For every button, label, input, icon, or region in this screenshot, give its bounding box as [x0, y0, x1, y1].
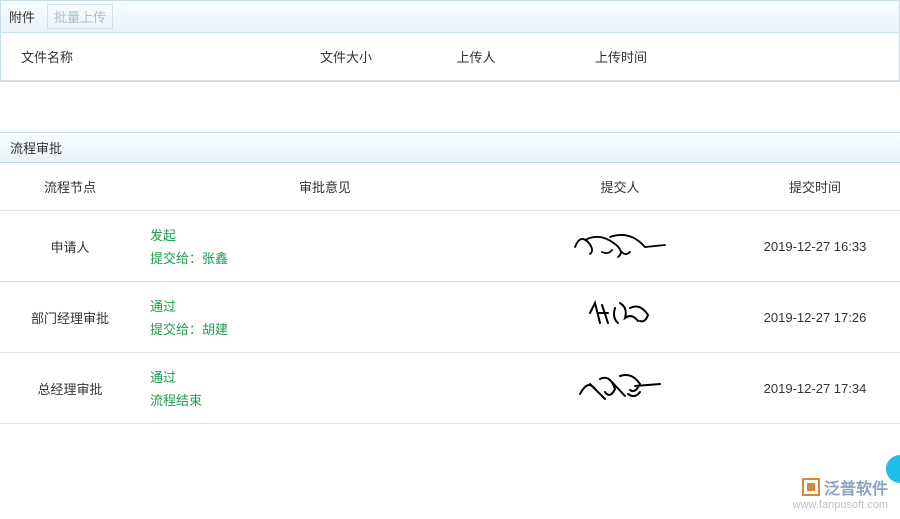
opinion-detail: 提交给：胡建	[150, 319, 502, 338]
node-cell: 申请人	[0, 211, 140, 282]
signature-image	[560, 364, 680, 412]
time-cell: 2019-12-27 17:34	[730, 353, 900, 424]
col-submitter: 提交人	[510, 163, 730, 211]
side-float-tab[interactable]	[886, 455, 900, 483]
watermark: 泛普软件 www.fanpusoft.com	[793, 475, 888, 511]
time-cell: 2019-12-27 16:33	[730, 211, 900, 282]
col-submittime: 提交时间	[730, 163, 900, 211]
attachments-tab[interactable]: 附件	[9, 7, 35, 26]
table-header-row: 流程节点 审批意见 提交人 提交时间	[0, 163, 900, 211]
col-opinion: 审批意见	[140, 163, 510, 211]
col-uploader: 上传人	[411, 33, 541, 81]
col-uploadtime: 上传时间	[541, 33, 701, 81]
submitter-cell	[510, 353, 730, 424]
time-cell: 2019-12-27 17:26	[730, 282, 900, 353]
node-cell: 部门经理审批	[0, 282, 140, 353]
opinion-detail: 流程结束	[150, 390, 502, 409]
opinion-action: 通过	[150, 367, 502, 386]
table-row: 部门经理审批 通过 提交给：胡建 2019-12-27 17:26	[0, 282, 900, 353]
signature-image	[560, 293, 680, 341]
signature-image	[560, 222, 680, 270]
col-action-1	[701, 33, 800, 81]
submitter-cell	[510, 211, 730, 282]
attachments-table: 文件名称 文件大小 上传人 上传时间	[1, 33, 899, 81]
node-cell: 总经理审批	[0, 353, 140, 424]
logo-icon	[802, 478, 820, 496]
opinion-action: 通过	[150, 296, 502, 315]
opinion-cell: 发起 提交给：张鑫	[140, 211, 510, 282]
col-filesize: 文件大小	[281, 33, 411, 81]
attachments-header: 附件 批量上传	[1, 1, 899, 33]
submitter-cell	[510, 282, 730, 353]
table-header-row: 文件名称 文件大小 上传人 上传时间	[1, 33, 899, 81]
watermark-brand: 泛普软件	[793, 475, 888, 499]
attachments-panel: 附件 批量上传 文件名称 文件大小 上传人 上传时间	[0, 0, 900, 82]
watermark-brand-text: 泛普软件	[824, 475, 888, 499]
table-row: 总经理审批 通过 流程结束 2019-12-27 17:34	[0, 353, 900, 424]
table-row: 申请人 发起 提交给：张鑫 2019-12-27 16:33	[0, 211, 900, 282]
bulk-upload-button[interactable]: 批量上传	[47, 4, 113, 29]
watermark-url: www.fanpusoft.com	[793, 499, 888, 511]
opinion-detail: 提交给：张鑫	[150, 248, 502, 267]
opinion-cell: 通过 流程结束	[140, 353, 510, 424]
approval-section: 流程审批 流程节点 审批意见 提交人 提交时间 申请人 发起 提交给：张鑫	[0, 132, 900, 424]
approval-header: 流程审批	[0, 133, 900, 163]
col-filename: 文件名称	[1, 33, 281, 81]
opinion-action: 发起	[150, 225, 502, 244]
col-action-2	[800, 33, 899, 81]
col-node: 流程节点	[0, 163, 140, 211]
approval-table: 流程节点 审批意见 提交人 提交时间 申请人 发起 提交给：张鑫	[0, 163, 900, 424]
opinion-cell: 通过 提交给：胡建	[140, 282, 510, 353]
